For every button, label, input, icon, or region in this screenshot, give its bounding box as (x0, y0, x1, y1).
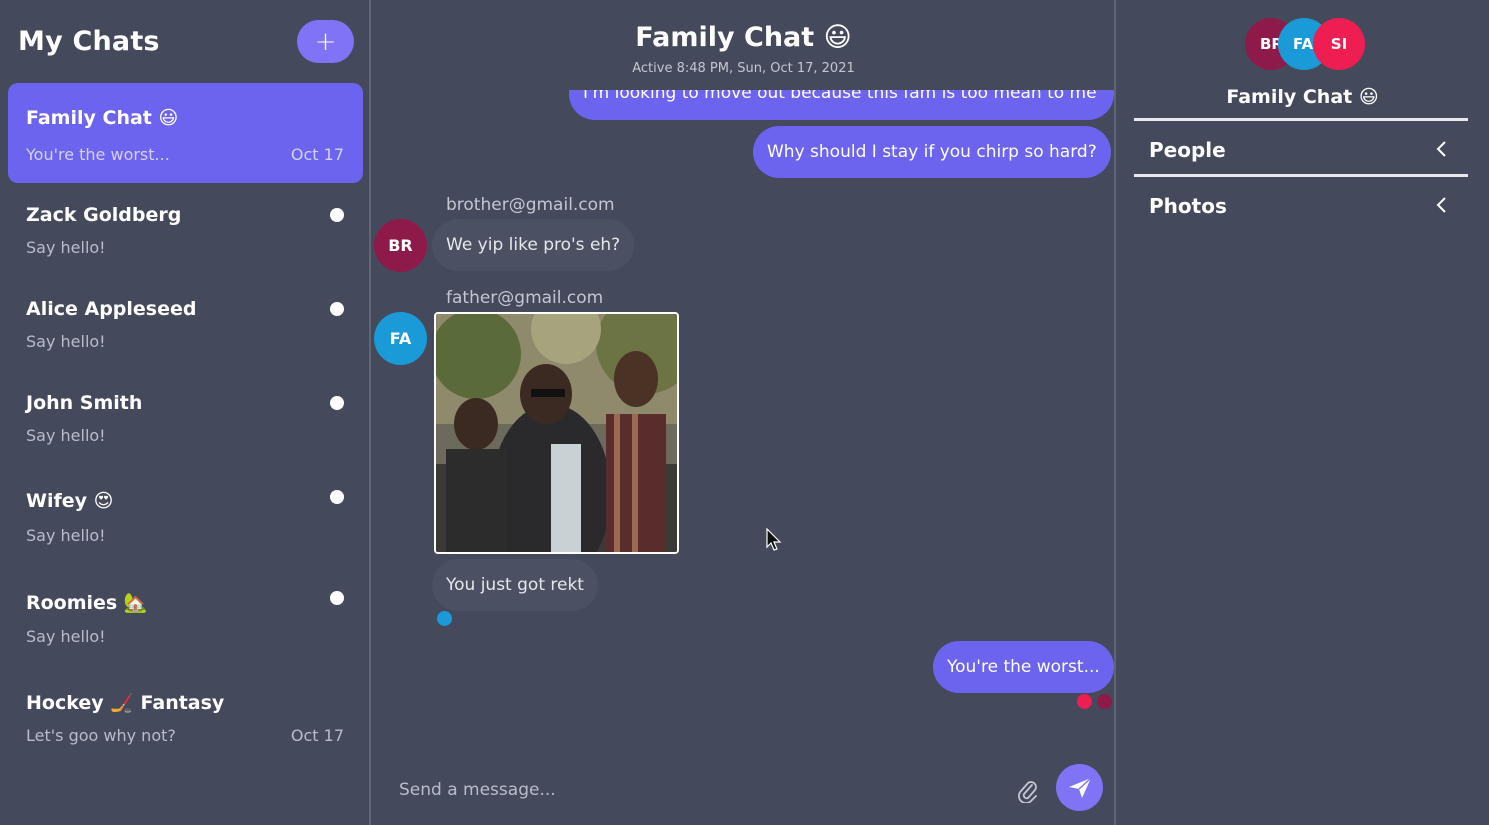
read-receipt-brother (1097, 694, 1112, 709)
chat-item-wifey[interactable]: Wifey 😍 Say hello! (8, 467, 363, 567)
chat-item-preview: Say hello! (26, 332, 106, 351)
chat-item-name: John Smith (26, 392, 143, 414)
unread-indicator (330, 302, 344, 316)
plus-icon: + (314, 26, 337, 57)
read-receipt-father (437, 611, 452, 626)
chat-item-alice-appleseed[interactable]: Alice Appleseed Say hello! (8, 277, 363, 371)
message-input[interactable] (399, 775, 999, 805)
attachment-icon[interactable] (1017, 779, 1039, 804)
details-title: Family Chat 😃 (1226, 86, 1379, 108)
their-message-bubble: You just got rekt (432, 559, 598, 611)
chat-item-preview: You're the worst... (26, 145, 170, 164)
chat-item-name: Hockey 🏒 Fantasy (26, 692, 225, 714)
chat-item-name: Zack Goldberg (26, 204, 182, 226)
send-button[interactable] (1056, 764, 1103, 811)
unread-indicator (330, 591, 344, 605)
chevron-left-icon (1436, 141, 1446, 157)
chat-list-sidebar: My Chats + Family Chat 😃 You're the wors… (0, 0, 371, 825)
chat-details-panel: BR FA SI Family Chat 😃 People Photos (1116, 0, 1489, 825)
chat-item-hockey-fantasy[interactable]: Hockey 🏒 Fantasy Let's goo why not? Oct … (8, 667, 363, 767)
photos-label: Photos (1149, 194, 1227, 218)
sender-email: brother@gmail.com (446, 195, 615, 215)
unread-indicator (330, 208, 344, 222)
chat-item-roomies[interactable]: Roomies 🏡 Say hello! (8, 567, 363, 667)
mouse-cursor-icon (766, 528, 782, 551)
chat-item-date: Oct 17 (290, 726, 344, 745)
app-window: My Chats + Family Chat 😃 You're the wors… (0, 0, 1489, 825)
photo-message[interactable] (434, 312, 679, 554)
chat-item-name: Alice Appleseed (26, 298, 197, 320)
chat-list: Family Chat 😃 You're the worst... Oct 17… (0, 83, 371, 767)
unread-indicator (330, 490, 344, 504)
avatar-brother[interactable]: BR (374, 219, 427, 272)
message-composer (371, 755, 1116, 825)
my-message-bubble: I'm looking to move out because this fam… (569, 90, 1114, 120)
chat-item-john-smith[interactable]: John Smith Say hello! (8, 371, 363, 467)
chevron-left-icon (1436, 197, 1446, 213)
chat-item-family-chat[interactable]: Family Chat 😃 You're the worst... Oct 17 (8, 83, 363, 183)
member-avatars: BR FA SI (1116, 18, 1489, 72)
sender-email: father@gmail.com (446, 288, 604, 308)
chat-item-date: Oct 17 (290, 145, 344, 164)
chat-item-zack-goldberg[interactable]: Zack Goldberg Say hello! (8, 183, 363, 277)
photo-image (436, 314, 677, 552)
chat-header: Family Chat 😃 Active 8:48 PM, Sun, Oct 1… (371, 22, 1116, 76)
member-avatar-sister[interactable]: SI (1313, 18, 1365, 70)
chat-feed: Family Chat 😃 Active 8:48 PM, Sun, Oct 1… (371, 0, 1116, 825)
chat-item-preview: Say hello! (26, 526, 106, 545)
read-receipt-sister (1077, 694, 1092, 709)
chat-item-preview: Say hello! (26, 426, 106, 445)
my-message-bubble: You're the worst... (933, 641, 1114, 693)
people-section[interactable]: People (1134, 118, 1468, 174)
people-label: People (1149, 138, 1226, 162)
chat-item-preview: Say hello! (26, 238, 106, 257)
photos-section[interactable]: Photos (1134, 174, 1468, 230)
message-text: I'm looking to move out because this fam… (583, 90, 1097, 103)
sidebar-title: My Chats (18, 26, 160, 57)
chat-title: Family Chat 😃 (635, 22, 852, 53)
my-message-bubble: Why should I stay if you chirp so hard? (753, 126, 1111, 178)
chat-item-name: Wifey 😍 (26, 490, 114, 512)
their-message-bubble: We yip like pro's eh? (432, 219, 635, 271)
chat-item-name: Roomies 🏡 (26, 592, 148, 614)
chat-item-preview: Let's goo why not? (26, 726, 176, 745)
send-icon (1068, 776, 1092, 798)
avatar-father[interactable]: FA (374, 312, 427, 365)
new-chat-button[interactable]: + (297, 20, 354, 63)
chat-item-name: Family Chat 😃 (26, 107, 179, 129)
unread-indicator (330, 396, 344, 410)
chat-item-preview: Say hello! (26, 627, 106, 646)
chat-activity-status: Active 8:48 PM, Sun, Oct 17, 2021 (632, 61, 855, 76)
